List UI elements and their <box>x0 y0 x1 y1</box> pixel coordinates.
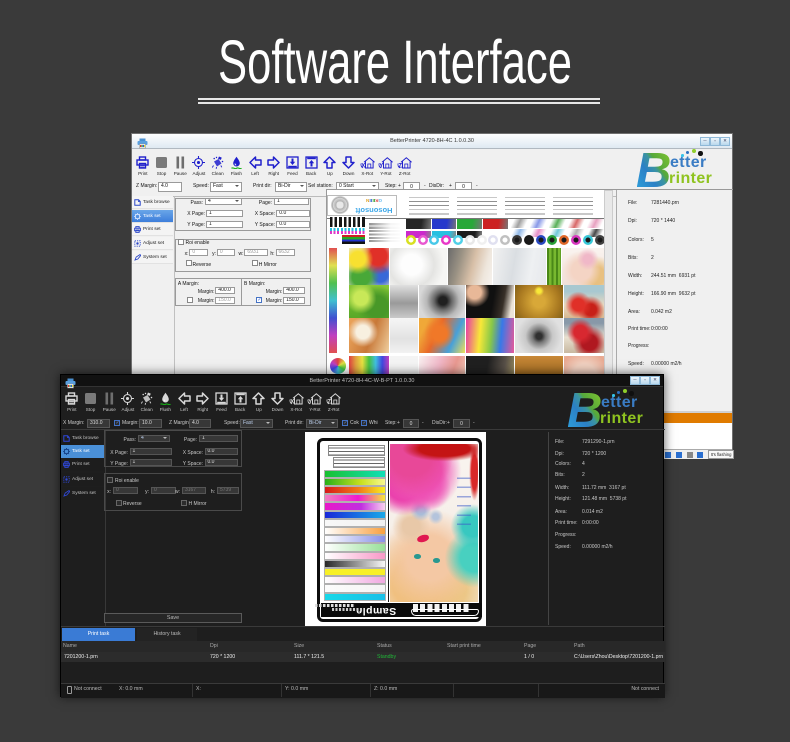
svg-text:Z: Z <box>328 399 332 405</box>
svg-text:B: B <box>568 389 602 431</box>
svg-text:B: B <box>637 149 671 191</box>
svg-text:Z: Z <box>399 163 403 169</box>
